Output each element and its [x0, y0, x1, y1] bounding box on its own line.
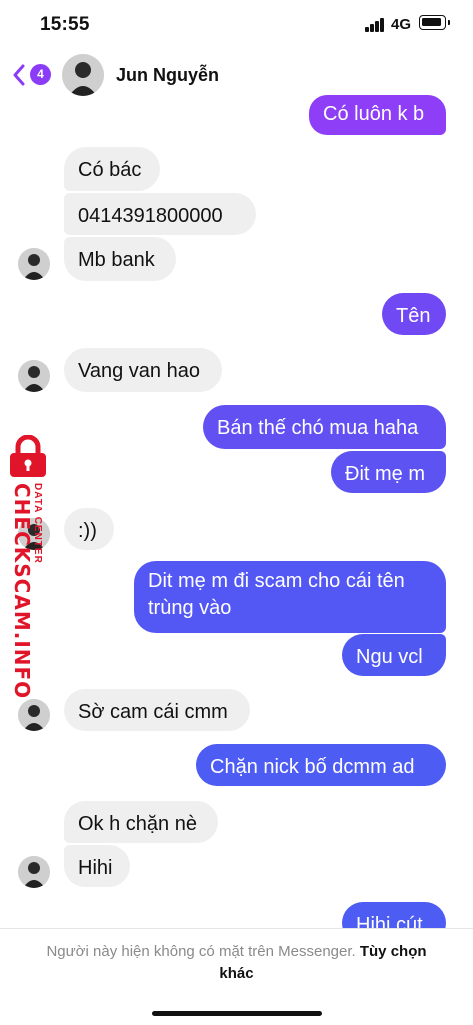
incoming-message[interactable]: Sờ cam cái cmm: [64, 689, 250, 731]
unavailable-notice: Người này hiện không có mặt trên Messeng…: [0, 928, 473, 1025]
network-type: 4G: [391, 16, 412, 33]
person-icon: [18, 360, 50, 392]
notice-text: Người này hiện không có mặt trên Messeng…: [46, 943, 356, 960]
outgoing-message[interactable]: Ngu vcl: [342, 634, 446, 676]
outgoing-message[interactable]: Dit mẹ m đi scam cho cái tên trùng vào: [134, 561, 446, 633]
watermark-brand: CHECKSCAM.INFO: [10, 483, 34, 700]
status-bar: 15:55 4G: [0, 0, 473, 50]
message-line: trùng vào: [148, 597, 232, 619]
contact-avatar[interactable]: [62, 54, 104, 96]
person-icon: [18, 856, 50, 888]
outgoing-message[interactable]: Đit mẹ m: [331, 451, 446, 493]
outgoing-message[interactable]: Bán thế chó mua haha: [203, 405, 446, 449]
incoming-message[interactable]: Vang van hao: [64, 348, 222, 392]
back-button[interactable]: 4: [12, 62, 52, 90]
lock-icon: [10, 435, 46, 477]
message-line: Dit mẹ m đi scam cho cái tên: [148, 570, 405, 592]
person-icon: [62, 54, 104, 96]
incoming-message[interactable]: :)): [64, 508, 114, 550]
status-time: 15:55: [40, 14, 90, 35]
chevron-left-icon: [13, 64, 25, 86]
incoming-message[interactable]: Mb bank: [64, 237, 176, 281]
person-icon: [18, 248, 50, 280]
incoming-message[interactable]: Có bác: [64, 147, 160, 191]
home-indicator[interactable]: [152, 1011, 322, 1016]
battery-icon: [419, 15, 450, 30]
incoming-message[interactable]: Ok h chặn nè: [64, 801, 218, 843]
person-icon: [18, 699, 50, 731]
watermark-tagline: DATA CENTER: [32, 483, 43, 564]
outgoing-message[interactable]: Có luôn k b: [309, 95, 446, 135]
watermark: CHECKSCAM.INFO DATA CENTER: [2, 435, 52, 699]
incoming-message[interactable]: 0414391800000: [64, 193, 256, 235]
unread-count-badge: 4: [30, 64, 51, 85]
outgoing-message[interactable]: Chặn nick bố dcmm ad: [196, 744, 446, 786]
contact-avatar-small: [18, 248, 50, 280]
contact-avatar-small: [18, 360, 50, 392]
contact-avatar-small: [18, 856, 50, 888]
cellular-signal-icon: [365, 18, 385, 32]
contact-name[interactable]: Jun Nguyễn: [116, 65, 219, 86]
incoming-message[interactable]: Hihi: [64, 845, 130, 887]
contact-avatar-small: [18, 699, 50, 731]
outgoing-message[interactable]: Tên: [382, 293, 446, 335]
